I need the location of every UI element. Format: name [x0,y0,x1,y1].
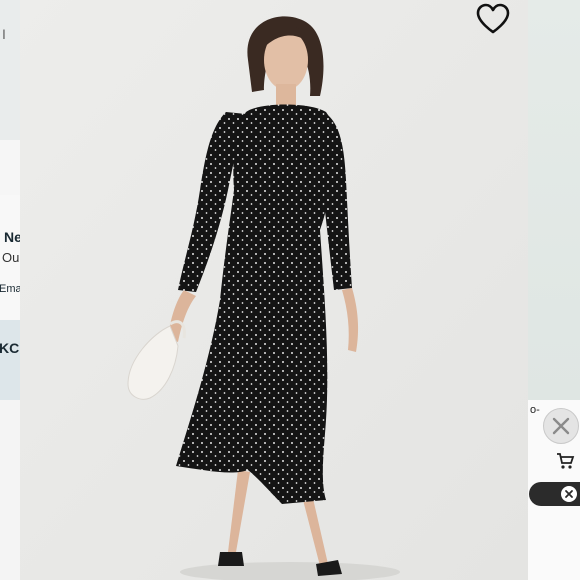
product-photo[interactable] [20,0,528,580]
left-page-header-band [0,0,20,140]
left-page-top-text: I [2,26,6,42]
left-page-email-label: Ema [0,283,20,295]
left-page-gap [0,140,20,195]
model-in-dress-illustration [20,0,528,580]
right-page-label: o- [530,404,540,416]
left-page-footer [0,400,20,580]
clear-button[interactable] [561,486,577,502]
left-page-subline: Ou [2,250,20,265]
heart-icon [476,3,510,34]
favorite-heart-button[interactable] [474,2,512,36]
left-page-button-band[interactable] [0,320,20,400]
cart-button[interactable] [556,452,576,470]
right-page-image-area [528,0,580,400]
close-button[interactable] [543,408,579,444]
left-page-headline: Ne [4,229,20,245]
left-adjacent-page: I Ne Ou Ema KC [0,0,20,580]
clear-icon [565,490,573,498]
left-page-button-text[interactable]: KC [0,340,19,356]
close-icon [552,417,570,435]
cart-icon [557,453,575,469]
